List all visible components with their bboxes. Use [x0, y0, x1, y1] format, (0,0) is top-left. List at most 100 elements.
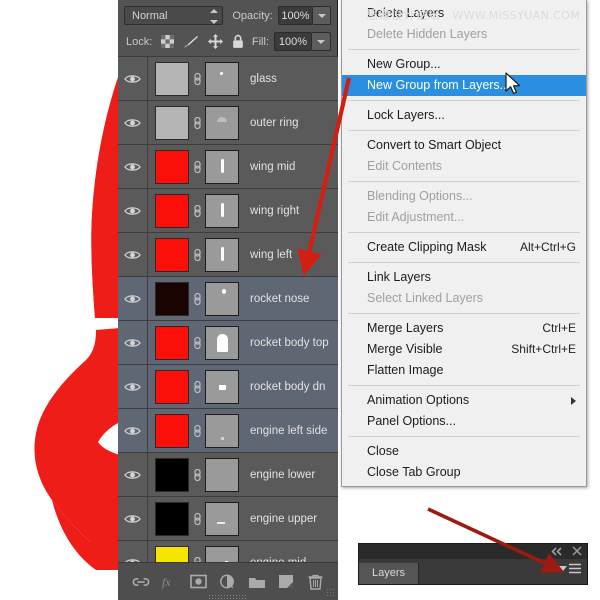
- layer-visibility-toggle[interactable]: [118, 101, 148, 144]
- layer-mask-thumbnail[interactable]: [205, 193, 239, 228]
- layer-row[interactable]: wing mid: [118, 145, 338, 189]
- layer-thumbnail[interactable]: [155, 281, 189, 316]
- layer-row[interactable]: rocket body top: [118, 321, 338, 365]
- lock-all-icon[interactable]: [232, 34, 244, 49]
- menu-item[interactable]: Animation Options: [342, 390, 586, 411]
- menu-item[interactable]: Merge Layers Ctrl+E: [342, 318, 586, 339]
- layer-visibility-toggle[interactable]: [118, 57, 148, 100]
- layer-thumbnail[interactable]: [155, 193, 189, 228]
- layer-mask-thumbnail[interactable]: [205, 149, 239, 184]
- menu-item[interactable]: Lock Layers...: [342, 105, 586, 126]
- layer-visibility-toggle[interactable]: [118, 189, 148, 232]
- layer-visibility-toggle[interactable]: [118, 541, 148, 562]
- menu-item[interactable]: Merge Visible Shift+Ctrl+E: [342, 339, 586, 360]
- delete-layer-icon[interactable]: [305, 572, 325, 592]
- layer-mask-link-icon[interactable]: [189, 379, 205, 395]
- panel-menu-button[interactable]: [559, 563, 581, 574]
- layer-mask-link-icon[interactable]: [189, 203, 205, 219]
- layer-mask-thumbnail[interactable]: [205, 369, 239, 404]
- layer-mask-thumbnail[interactable]: [205, 61, 239, 96]
- layer-row[interactable]: engine lower: [118, 453, 338, 497]
- opacity-dropdown-button[interactable]: [313, 6, 331, 25]
- panel-context-menu[interactable]: Delete Layers Delete Hidden Layers New Gro…: [341, 0, 587, 487]
- layer-mask-link-icon[interactable]: [189, 71, 205, 87]
- layer-visibility-toggle[interactable]: [118, 277, 148, 320]
- opacity-input[interactable]: 100%: [277, 6, 314, 25]
- layer-mask-link-icon[interactable]: [189, 159, 205, 175]
- new-adjustment-layer-icon[interactable]: [218, 572, 238, 592]
- blend-mode-select[interactable]: Normal: [124, 6, 224, 25]
- layer-mask-thumbnail[interactable]: [205, 457, 239, 492]
- layer-mask-thumbnail[interactable]: [205, 413, 239, 448]
- menu-item[interactable]: Delete Layers: [342, 3, 586, 24]
- lock-transparent-pixels-icon[interactable]: [161, 35, 175, 48]
- layer-mask-thumbnail[interactable]: [205, 501, 239, 536]
- fill-input[interactable]: 100%: [274, 32, 312, 51]
- menu-item[interactable]: Panel Options...: [342, 411, 586, 432]
- layer-visibility-toggle[interactable]: [118, 145, 148, 188]
- layer-thumbnail[interactable]: [155, 545, 189, 562]
- layer-name: rocket body dn: [250, 380, 326, 393]
- menu-item[interactable]: Create Clipping Mask Alt+Ctrl+G: [342, 237, 586, 258]
- layer-visibility-toggle[interactable]: [118, 321, 148, 364]
- double-chevron-left-icon[interactable]: [551, 543, 563, 561]
- layer-mask-link-icon[interactable]: [189, 335, 205, 351]
- layer-thumbnail[interactable]: [155, 149, 189, 184]
- layer-row[interactable]: rocket nose: [118, 277, 338, 321]
- tab-layers[interactable]: Layers: [359, 563, 420, 584]
- layer-list[interactable]: glass outer ring wing mid wing right win…: [118, 57, 338, 562]
- layer-mask-link-icon[interactable]: [189, 511, 205, 527]
- new-layer-icon[interactable]: [276, 572, 296, 592]
- layer-mask-link-icon[interactable]: [189, 467, 205, 483]
- link-layers-icon[interactable]: [131, 572, 151, 592]
- menu-item[interactable]: Convert to Smart Object: [342, 135, 586, 156]
- layer-row[interactable]: engine upper: [118, 497, 338, 541]
- layer-visibility-toggle[interactable]: [118, 233, 148, 276]
- layer-mask-thumbnail[interactable]: [205, 281, 239, 316]
- layer-thumbnail[interactable]: [155, 325, 189, 360]
- close-icon[interactable]: [572, 543, 582, 561]
- layer-visibility-toggle[interactable]: [118, 365, 148, 408]
- layer-thumbnail[interactable]: [155, 237, 189, 272]
- panel-resize-grip[interactable]: [326, 588, 335, 597]
- layer-mask-thumbnail[interactable]: [205, 105, 239, 140]
- layer-mask-thumbnail[interactable]: [205, 545, 239, 562]
- layer-row[interactable]: wing right: [118, 189, 338, 233]
- menu-item[interactable]: New Group...: [342, 54, 586, 75]
- layer-style-fx-icon[interactable]: fx: [160, 572, 180, 592]
- layer-mask-link-icon[interactable]: [189, 291, 205, 307]
- layer-mask-thumbnail[interactable]: [205, 237, 239, 272]
- layer-thumbnail[interactable]: [155, 501, 189, 536]
- layer-row[interactable]: engine left side: [118, 409, 338, 453]
- layer-row[interactable]: outer ring: [118, 101, 338, 145]
- layer-row[interactable]: engine mid: [118, 541, 338, 562]
- fill-dropdown-button[interactable]: [312, 32, 331, 51]
- layer-row[interactable]: glass: [118, 57, 338, 101]
- layer-visibility-toggle[interactable]: [118, 497, 148, 540]
- menu-item[interactable]: Flatten Image: [342, 360, 586, 381]
- layer-thumbnail[interactable]: [155, 105, 189, 140]
- layer-visibility-toggle[interactable]: [118, 453, 148, 496]
- layer-row[interactable]: rocket body dn: [118, 365, 338, 409]
- submenu-chevron-icon: [571, 396, 576, 405]
- menu-item[interactable]: New Group from Layers...: [342, 75, 586, 96]
- menu-item[interactable]: Close Tab Group: [342, 462, 586, 483]
- lock-position-move-icon[interactable]: [208, 34, 224, 49]
- layer-visibility-toggle[interactable]: [118, 409, 148, 452]
- layer-thumbnail[interactable]: [155, 457, 189, 492]
- layer-mask-link-icon[interactable]: [189, 115, 205, 131]
- new-group-icon[interactable]: [247, 572, 267, 592]
- layer-thumbnail[interactable]: [155, 369, 189, 404]
- layer-mask-link-icon[interactable]: [189, 247, 205, 263]
- add-layer-mask-icon[interactable]: [189, 572, 209, 592]
- layer-mask-thumbnail[interactable]: [205, 325, 239, 360]
- layer-thumbnail[interactable]: [155, 413, 189, 448]
- menu-item[interactable]: Close: [342, 441, 586, 462]
- layer-mask-link-icon[interactable]: [189, 555, 205, 562]
- layer-row[interactable]: wing left: [118, 233, 338, 277]
- menu-item[interactable]: Link Layers: [342, 267, 586, 288]
- layer-mask-link-icon[interactable]: [189, 423, 205, 439]
- lock-image-pixels-brush-icon[interactable]: [183, 35, 199, 49]
- panel-drag-handle[interactable]: [208, 594, 248, 599]
- layer-thumbnail[interactable]: [155, 61, 189, 96]
